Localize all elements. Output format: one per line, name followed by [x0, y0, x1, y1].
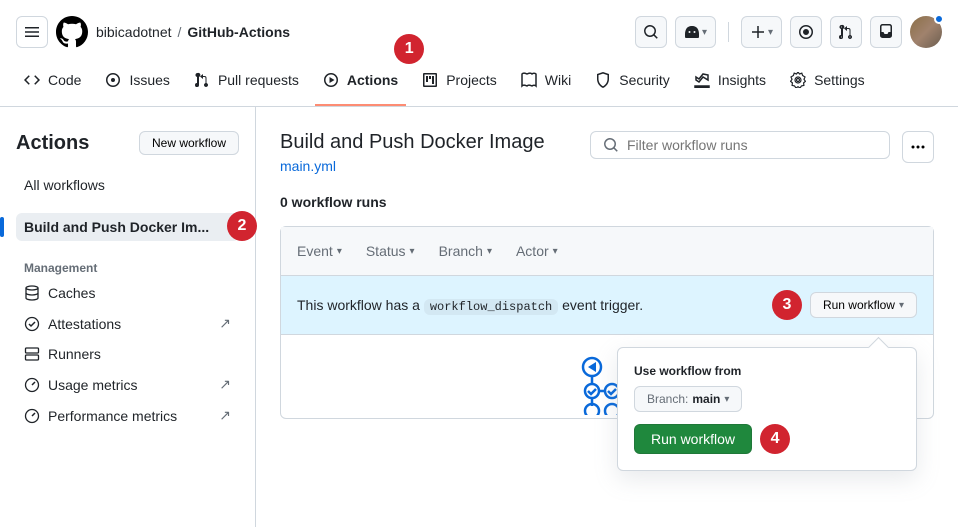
filter-status[interactable]: Status▾: [366, 243, 415, 259]
annotation-4: 4: [760, 424, 790, 454]
breadcrumb-separator: /: [178, 24, 182, 40]
notifications-button[interactable]: [870, 16, 902, 48]
hamburger-menu[interactable]: [16, 16, 48, 48]
play-icon: [323, 72, 339, 88]
meter-icon: [24, 377, 40, 393]
search-input[interactable]: [627, 137, 877, 153]
new-workflow-button[interactable]: New workflow: [139, 131, 239, 155]
sidebar-caches[interactable]: Caches: [16, 279, 239, 307]
hamburger-icon: [24, 24, 40, 40]
runs-count: 0 workflow runs: [280, 194, 934, 210]
search-button[interactable]: [635, 16, 667, 48]
sidebar-all-workflows[interactable]: All workflows: [16, 171, 239, 199]
inbox-icon: [878, 24, 894, 40]
tab-security[interactable]: Security: [587, 64, 678, 106]
book-icon: [521, 72, 537, 88]
server-icon: [24, 346, 40, 362]
page-title: Build and Push Docker Image: [280, 131, 578, 154]
external-link-icon: ↗: [219, 407, 231, 424]
tab-issues[interactable]: Issues: [97, 64, 177, 106]
git-pull-request-icon: [838, 24, 854, 40]
annotation-3: 3: [772, 290, 802, 320]
workflow-file-link[interactable]: main.yml: [280, 158, 336, 174]
record-icon: [798, 24, 814, 40]
plus-icon: [750, 24, 766, 40]
run-workflow-dropdown-button[interactable]: Run workflow▾: [810, 292, 917, 318]
caret-down-icon: ▾: [899, 300, 904, 311]
sidebar-performance-metrics[interactable]: Performance metrics↗: [16, 401, 239, 430]
copilot-icon: [684, 24, 700, 40]
tab-wiki[interactable]: Wiki: [513, 64, 579, 106]
filter-actor[interactable]: Actor▾: [516, 243, 558, 259]
notification-dot: [934, 14, 944, 24]
filter-branch[interactable]: Branch▾: [439, 243, 492, 259]
caret-down-icon: ▾: [768, 27, 773, 38]
sidebar-title: Actions: [16, 132, 89, 155]
annotation-2: 2: [227, 211, 257, 241]
user-avatar[interactable]: [910, 16, 942, 48]
github-icon: [56, 16, 88, 48]
tab-actions[interactable]: Actions 1: [315, 64, 406, 106]
breadcrumb: bibicadotnet / GitHub-Actions: [96, 24, 290, 40]
graph-icon: [694, 72, 710, 88]
caret-down-icon: ▾: [487, 246, 492, 257]
pull-requests-button[interactable]: [830, 16, 862, 48]
caret-down-icon: ▾: [410, 246, 415, 257]
sidebar-attestations[interactable]: Attestations↗: [16, 309, 239, 338]
verified-icon: [24, 316, 40, 332]
tab-projects[interactable]: Projects: [414, 64, 505, 106]
kebab-icon: [910, 139, 926, 155]
search-icon: [643, 24, 659, 40]
dropdown-label: Use workflow from: [634, 364, 900, 378]
tab-code[interactable]: Code: [16, 64, 89, 106]
copilot-button[interactable]: ▾: [675, 16, 716, 48]
caret-down-icon: ▾: [702, 27, 707, 38]
project-icon: [422, 72, 438, 88]
run-workflow-panel: Use workflow from Branch: main ▾ Run wor…: [617, 347, 917, 471]
search-icon: [603, 137, 619, 153]
create-button[interactable]: ▾: [741, 16, 782, 48]
github-logo[interactable]: [56, 16, 88, 48]
code-icon: [24, 72, 40, 88]
search-input-wrapper[interactable]: [590, 131, 890, 159]
sidebar-section-management: Management: [16, 253, 239, 279]
run-workflow-submit-button[interactable]: Run workflow: [634, 424, 752, 454]
caret-down-icon: ▾: [553, 246, 558, 257]
meter-icon: [24, 408, 40, 424]
issue-icon: [105, 72, 121, 88]
filter-event[interactable]: Event▾: [297, 243, 342, 259]
branch-select[interactable]: Branch: main ▾: [634, 386, 742, 412]
breadcrumb-repo[interactable]: GitHub-Actions: [187, 24, 290, 40]
shield-icon: [595, 72, 611, 88]
issues-button[interactable]: [790, 16, 822, 48]
kebab-menu[interactable]: [902, 131, 934, 163]
gear-icon: [790, 72, 806, 88]
sidebar-usage-metrics[interactable]: Usage metrics↗: [16, 370, 239, 399]
dispatch-info-text: This workflow has a workflow_dispatch ev…: [297, 297, 643, 314]
tab-settings[interactable]: Settings: [782, 64, 873, 106]
database-icon: [24, 285, 40, 301]
git-pull-request-icon: [194, 72, 210, 88]
divider: [728, 22, 729, 42]
external-link-icon: ↗: [219, 376, 231, 393]
sidebar-runners[interactable]: Runners: [16, 340, 239, 368]
tab-pull-requests[interactable]: Pull requests: [186, 64, 307, 106]
caret-down-icon: ▾: [337, 246, 342, 257]
external-link-icon: ↗: [219, 315, 231, 332]
sidebar-workflow-selected[interactable]: Build and Push Docker Im... 2: [16, 213, 239, 241]
breadcrumb-owner[interactable]: bibicadotnet: [96, 24, 172, 40]
tab-insights[interactable]: Insights: [686, 64, 774, 106]
caret-down-icon: ▾: [724, 394, 729, 405]
